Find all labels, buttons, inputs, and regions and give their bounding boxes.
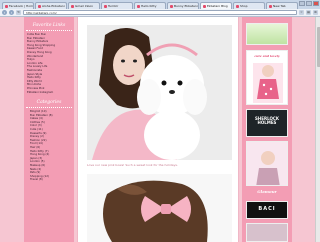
ad-banner-top[interactable] (246, 23, 288, 45)
tab-favicon-icon (170, 4, 173, 8)
sidebar-link-list: Cutie Bun Bun Bun Ekbatani Bunny Ekbatani H… (24, 33, 74, 94)
tab-label: Gmail Inbox (75, 4, 93, 8)
browser-tab[interactable]: Tumblr (101, 2, 133, 9)
tab-favicon-icon (203, 4, 206, 8)
page-scrollbar[interactable] (315, 17, 320, 242)
browser-tab[interactable]: Bunny Ekbatani (167, 2, 199, 9)
doll-illustration (253, 63, 283, 103)
post-caption: Love our new pink bows! Such a sweet loo… (87, 163, 178, 167)
tab-label: Aloha Ekbatani (42, 4, 65, 8)
wrench-icon[interactable]: ⚙ (313, 10, 318, 15)
main-content: Love our new pink bows! Such a sweet loo… (77, 17, 239, 242)
tab-favicon-icon (236, 4, 239, 8)
glamour-label: Glamour (257, 189, 277, 194)
post-photo-girl-with-dog[interactable] (87, 25, 232, 160)
back-icon[interactable]: ‹ (2, 10, 7, 15)
close-window-button[interactable] (313, 1, 319, 6)
girl-dog-illustration (87, 25, 232, 160)
tab-favicon-icon (71, 4, 74, 8)
category-link[interactable]: Travel (8) (27, 178, 71, 182)
star-icon[interactable]: ☆ (299, 10, 304, 15)
address-bar[interactable]: http://ekbatani.com/ (23, 10, 297, 15)
minimize-button[interactable] (299, 1, 305, 6)
browser-tab-strip: Facebook | Home Aloha Ekbatani Gmail Inbox… (0, 0, 320, 9)
browser-tab[interactable]: Shop (233, 2, 265, 9)
right-sidebar: cute and lovely SHERLOCK HOLMES Glamour … (242, 17, 292, 242)
sidebar-header-categories: Categories (26, 98, 72, 109)
tab-label: New Tab (273, 4, 286, 8)
tab-favicon-icon (104, 4, 107, 8)
left-sidebar: Favorite Links Cutie Bun Bun Bun Ekbatani… (24, 17, 74, 242)
maximize-button[interactable] (306, 1, 312, 6)
tab-label: Shop (240, 4, 248, 8)
browser-tab[interactable]: Gmail Inbox (68, 2, 100, 9)
tab-favicon-icon (269, 4, 272, 8)
tab-favicon-icon (137, 4, 140, 8)
sidebar-link[interactable]: Ekbatani Instagram (27, 91, 71, 95)
sidebar-header-links: Favorite Links (26, 21, 72, 31)
tab-favicon-icon (38, 4, 41, 8)
tab-favicon-icon (5, 4, 8, 8)
ad-glamour[interactable] (246, 141, 288, 186)
tab-label: Ekbatani Blog (207, 4, 228, 8)
post-photo-hair-bow[interactable] (87, 174, 232, 242)
browser-tab[interactable]: Ekbatani Blog (200, 2, 232, 9)
browser-tab[interactable]: Facebook | Home (2, 2, 34, 9)
ad-bottom[interactable] (246, 223, 288, 242)
ad-baci[interactable]: BACI (246, 201, 288, 219)
page-menu-icon[interactable]: ▤ (306, 10, 311, 15)
ad-sherlock-holmes[interactable]: SHERLOCK HOLMES (246, 109, 288, 137)
tab-label: Bunny Ekbatani (174, 4, 198, 8)
forward-icon[interactable]: › (9, 10, 14, 15)
browser-toolbar: ‹ › ↻ http://ekbatani.com/ ☆ ▤ ⚙ (0, 9, 320, 17)
browser-tab[interactable]: Aloha Ekbatani (35, 2, 67, 9)
scrollbar-thumb[interactable] (316, 27, 320, 67)
tab-label: Facebook | Home (9, 4, 34, 8)
reload-icon[interactable]: ↻ (16, 10, 21, 15)
ad-cute-lovely[interactable]: cute and lovely (246, 50, 288, 105)
hair-bow-illustration (87, 174, 232, 242)
tab-label: Tumblr (108, 4, 119, 8)
window-controls (299, 1, 319, 6)
browser-tab[interactable]: Hello Kitty (134, 2, 166, 9)
glamour-illustration (247, 142, 287, 185)
browser-tab[interactable]: New Tab (266, 2, 298, 9)
tab-label: Hello Kitty (141, 4, 157, 8)
category-list: Blogroll (10) Bun Ekbatani (8) Cakes (4) Cl… (24, 110, 74, 182)
